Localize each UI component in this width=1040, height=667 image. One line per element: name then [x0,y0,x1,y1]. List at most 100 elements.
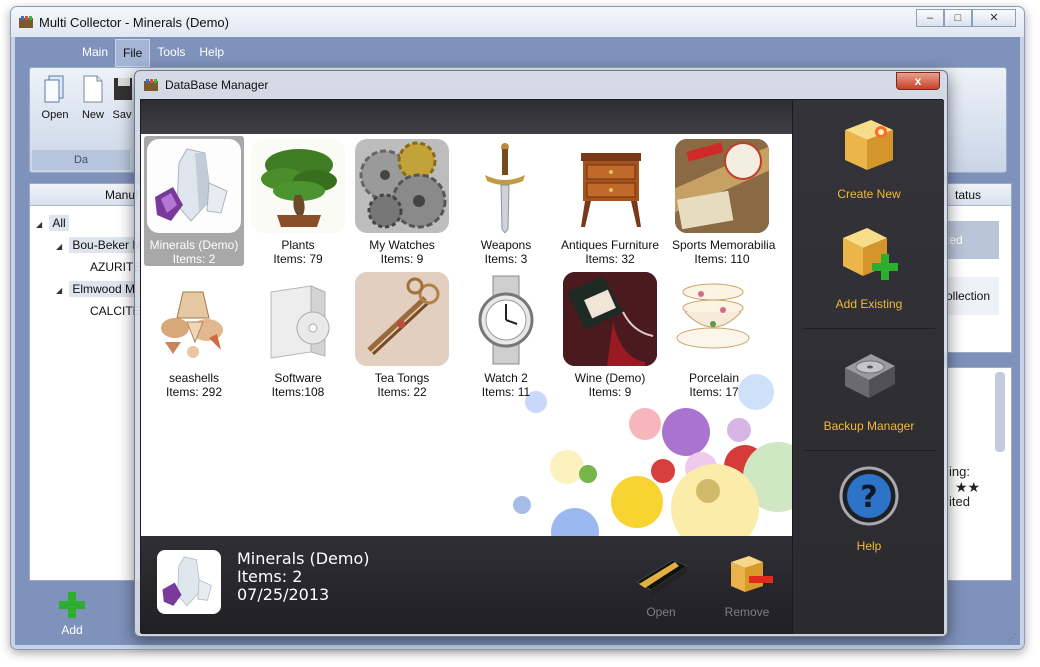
backup-manager-label: Backup Manager [823,419,915,433]
database-tile-plants[interactable]: Plants Items: 79 [248,136,348,266]
ribbon-new-label: New [81,109,104,121]
open-icon [44,75,64,103]
database-name: Software [274,371,322,385]
database-item-count: Items: 2 [172,252,216,266]
dialog-body: Minerals (Demo) Items: 2 Plants Items: 7… [140,99,944,634]
database-name: Watch 2 [484,371,528,385]
manufacturer-column-header[interactable]: Manuf [30,184,148,206]
save-icon [114,78,132,100]
database-item-count: Items: 17 [689,385,739,399]
weapons-thumbnail [459,139,553,233]
my-watches-thumbnail [355,139,449,233]
selected-database-info: Minerals (Demo) Items: 2 07/25/2013 Open… [141,536,792,634]
help-icon: ? [839,466,899,526]
backup-manager-button[interactable]: Backup Manager [793,344,945,433]
database-tile-wine[interactable]: Wine (Demo) Items: 9 [560,269,660,399]
database-tile-weapons[interactable]: Weapons Items: 3 [456,136,556,266]
hard-drive-icon [845,354,895,398]
ribbon-open-label: Open [41,109,69,121]
ribbon-new-button[interactable]: New [76,74,110,121]
tree-root[interactable]: ◢ All [36,214,69,232]
wine-thumbnail [563,272,657,366]
selected-database-date: 07/25/2013 [237,585,330,604]
remove-label: Remove [724,605,770,619]
ribbon-group-database: Open New Sav Da [32,70,132,170]
database-name: Sports Memorabilia [672,238,776,252]
database-name: Wine (Demo) [574,371,646,385]
database-item-count: Items: 3 [484,252,528,266]
open-folder-icon [636,559,689,596]
minimize-button[interactable]: – [916,9,944,27]
tree-node[interactable]: ◢ Elmwood M [56,280,139,300]
database-item-count: Items: 292 [165,385,223,399]
database-tile-antiques-furniture[interactable]: Antiques Furniture Items: 32 [560,136,660,266]
database-manager-dialog: DataBase Manager x Minerals (Demo) Items… [134,70,948,637]
remove-database-button[interactable]: Remove [712,552,782,619]
dialog-title: DataBase Manager [165,78,269,92]
database-tile-my-watches[interactable]: My Watches Items: 9 [352,136,452,266]
create-new-label: Create New [837,187,901,201]
database-item-count: Items:108 [271,385,325,399]
ribbon-open-button[interactable]: Open [38,74,72,121]
ribbon-save-button[interactable]: Sav [112,74,132,121]
tree-node-label: Elmwood M [69,281,139,297]
database-tile-porcelain[interactable]: Porcelain Items: 17 [664,269,764,399]
database-tile-sports-memorabilia[interactable]: Sports Memorabilia Items: 110 [672,136,776,266]
scrollbar-thumb[interactable] [995,372,1005,452]
decorative-bubble [662,408,710,456]
menu-main[interactable]: Main [75,39,115,67]
database-tile-watch-2[interactable]: Watch 2 Items: 11 [456,269,556,399]
selected-database-details: Minerals (Demo) Items: 2 07/25/2013 [237,550,370,604]
plants-thumbnail [251,139,345,233]
decorative-bubble [513,496,531,514]
maximize-button[interactable]: □ [944,9,972,27]
sidebar-separator [803,328,935,329]
decorative-bubble [611,476,663,528]
main-titlebar[interactable]: Multi Collector - Minerals (Demo) – □ ✕ [11,7,1024,37]
selected-database-name: Minerals (Demo) [237,549,370,568]
create-new-button[interactable]: Create New [793,112,945,201]
help-button[interactable]: ? Help [793,464,945,553]
database-item-count: Items: 79 [273,252,323,266]
menu-tools[interactable]: Tools [150,39,192,67]
database-name: Antiques Furniture [560,238,660,252]
add-existing-label: Add Existing [835,297,903,311]
database-tile-seashells[interactable]: seashells Items: 292 [144,269,244,399]
sidebar-separator [803,450,935,451]
seashells-thumbnail [147,272,241,366]
resize-grip-icon[interactable]: ⋰ [1008,633,1018,643]
antiques-furniture-thumbnail [563,139,657,233]
open-database-button[interactable]: Open [626,552,696,619]
collapse-arrow-icon[interactable]: ◢ [56,282,66,300]
database-tile-tea-tongs[interactable]: Tea Tongs Items: 22 [352,269,452,399]
database-grid: Minerals (Demo) Items: 2 Plants Items: 7… [141,134,792,536]
database-item-count: Items: 22 [377,385,427,399]
decorative-bubble [727,418,751,442]
database-tile-software[interactable]: Software Items:108 [248,269,348,399]
menu-file[interactable]: File [115,39,151,67]
open-label: Open [646,605,676,619]
plus-icon [59,592,85,618]
tree-node[interactable]: ◢ Bou-Beker M [56,236,146,256]
add-existing-button[interactable]: Add Existing [793,222,945,311]
database-name: Weapons [480,238,532,252]
new-box-icon [845,120,893,170]
database-tile-minerals[interactable]: Minerals (Demo) Items: 2 [144,136,244,266]
app-icon [144,79,158,91]
details-status-value: ited [949,494,970,509]
content-header-strip [141,100,792,134]
watch-2-thumbnail [459,272,553,366]
dialog-sidebar: Create New Add Existing Backup Manager ?… [792,100,944,634]
collapse-arrow-icon[interactable]: ◢ [36,216,46,234]
database-name: Plants [281,238,315,252]
database-name: Porcelain [688,371,740,385]
new-icon [83,75,103,103]
decorative-bubble [651,459,675,483]
close-button[interactable]: ✕ [972,9,1016,27]
dialog-close-button[interactable]: x [896,72,940,90]
menu-help[interactable]: Help [192,39,231,67]
help-label: Help [856,539,882,553]
add-button[interactable]: Add [55,590,89,637]
collapse-arrow-icon[interactable]: ◢ [56,238,66,256]
database-item-count: Items: 11 [481,385,531,399]
